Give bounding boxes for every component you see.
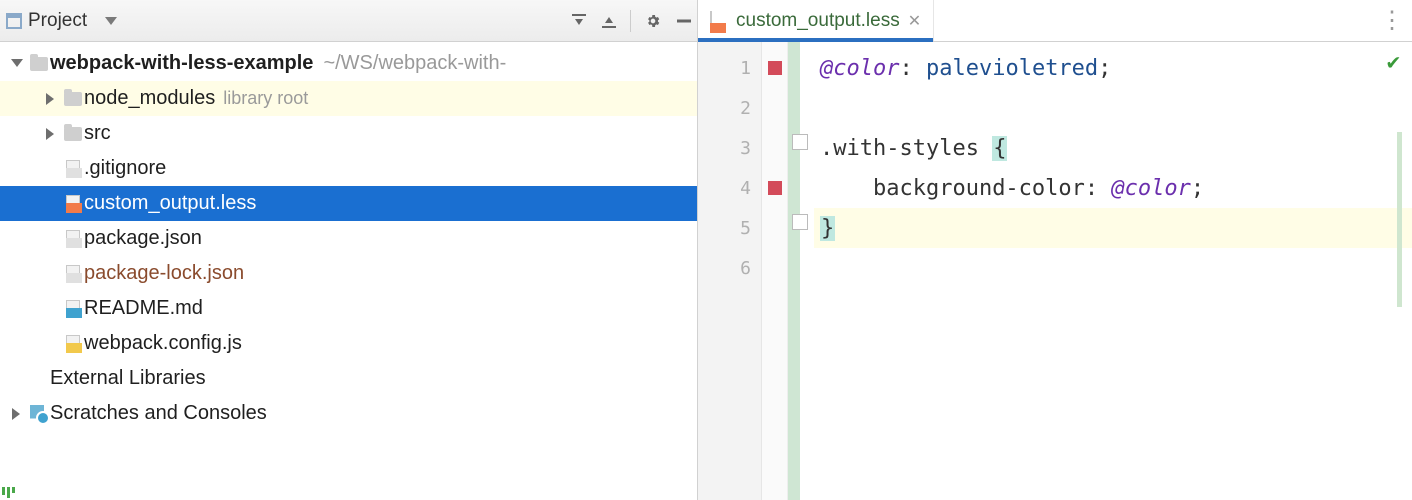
tree-node-webpack-config[interactable]: webpack.config.js [0,326,697,361]
tree-node-label: package.json [84,227,202,250]
token-variable: @color [820,56,899,81]
collapse-all-icon[interactable] [600,13,616,29]
json-file-icon [62,264,84,284]
panel-dropdown-icon[interactable] [103,13,119,29]
line-number: 4 [698,168,761,208]
tree-node-label: README.md [84,297,203,320]
token-indent [820,176,873,201]
folder-icon [62,124,84,144]
tree-node-label: src [84,122,111,145]
minimize-icon[interactable] [675,13,691,29]
tree-node-label: .gitignore [84,157,166,180]
tree-node-path: ~/WS/webpack-with- [323,52,506,75]
md-file-icon [62,299,84,319]
tab-label: custom_output.less [736,10,900,32]
tree-node-scratches[interactable]: Scratches and Consoles [0,396,697,431]
external-libs-icon [28,369,50,389]
color-swatch-icon[interactable] [768,61,782,75]
editor-panel: custom_output.less ✕ ⋮ 1 2 3 4 5 6 [698,0,1412,500]
panel-header: Project [0,0,697,42]
token-punct: : [1085,176,1112,201]
scratches-icon [28,404,50,424]
token-value: palevioletred [926,56,1098,81]
token-selector: .with-styles [820,136,992,161]
tree-root[interactable]: webpack-with-less-example ~/WS/webpack-w… [0,46,697,81]
tree-node-label: custom_output.less [84,192,256,215]
token-punct: ; [1098,56,1111,81]
close-icon[interactable]: ✕ [908,11,921,31]
tree-node-label: webpack.config.js [84,332,242,355]
color-swatch-icon[interactable] [768,181,782,195]
fold-handle-close-icon[interactable] [792,214,808,230]
fold-handle-open-icon[interactable] [792,134,808,150]
less-file-icon [62,194,84,214]
tree-node-external-libs[interactable]: External Libraries [0,361,697,396]
token-punct: : [899,56,926,81]
more-icon[interactable]: ⋮ [1372,0,1412,41]
marker-gutter [762,42,788,500]
token-brace: { [992,136,1007,161]
token-property: background-color [873,176,1085,201]
check-icon[interactable]: ✔ [1387,50,1400,75]
editor-tabs: custom_output.less ✕ ⋮ [698,0,1412,42]
change-gutter [788,42,800,500]
js-file-icon [62,334,84,354]
line-number: 1 [698,48,761,88]
line-number: 5 [698,208,761,248]
tree-node-src[interactable]: src [0,116,697,151]
tree-node-label: node_modules [84,87,215,110]
line-number: 2 [698,88,761,128]
tree-node-package-json[interactable]: package.json [0,221,697,256]
fold-gutter [800,42,814,500]
tree-node-readme[interactable]: README.md [0,291,697,326]
chevron-right-icon[interactable] [40,93,62,105]
tree-node-gitignore[interactable]: .gitignore [0,151,697,186]
tree-node-package-lock[interactable]: package-lock.json [0,256,697,291]
line-number: 3 [698,128,761,168]
folder-icon [62,89,84,109]
gear-icon[interactable] [645,13,661,29]
json-file-icon [62,229,84,249]
line-gutter: 1 2 3 4 5 6 [698,42,762,500]
project-window-icon [6,13,22,29]
panel-title[interactable]: Project [28,10,87,32]
change-overview[interactable] [1397,132,1402,307]
tree-node-label: Scratches and Consoles [50,402,267,425]
tree-node-node-modules[interactable]: node_modules library root [0,81,697,116]
project-tree: webpack-with-less-example ~/WS/webpack-w… [0,42,697,500]
tree-node-label: package-lock.json [84,262,244,285]
file-icon [62,159,84,179]
token-punct: ; [1191,176,1204,201]
tree-node-label: webpack-with-less-example [50,52,313,75]
tree-node-custom-output[interactable]: custom_output.less [0,186,697,221]
less-file-icon [710,12,728,30]
token-brace: } [820,216,835,241]
tree-node-label: External Libraries [50,367,206,390]
chevron-down-icon[interactable] [6,59,28,69]
tree-node-hint: library root [223,88,308,109]
token-variable: @color [1111,176,1190,201]
code-editor[interactable]: 1 2 3 4 5 6 @color: palevioletr [698,42,1412,500]
tab-custom-output[interactable]: custom_output.less ✕ [698,0,934,41]
project-panel: Project [0,0,698,500]
folder-icon [28,54,50,74]
code-content[interactable]: @color: palevioletred; .with-styles { ba… [814,42,1412,500]
line-number: 6 [698,248,761,288]
chevron-right-icon[interactable] [40,128,62,140]
expand-all-icon[interactable] [570,13,586,29]
chevron-right-icon[interactable] [6,408,28,420]
